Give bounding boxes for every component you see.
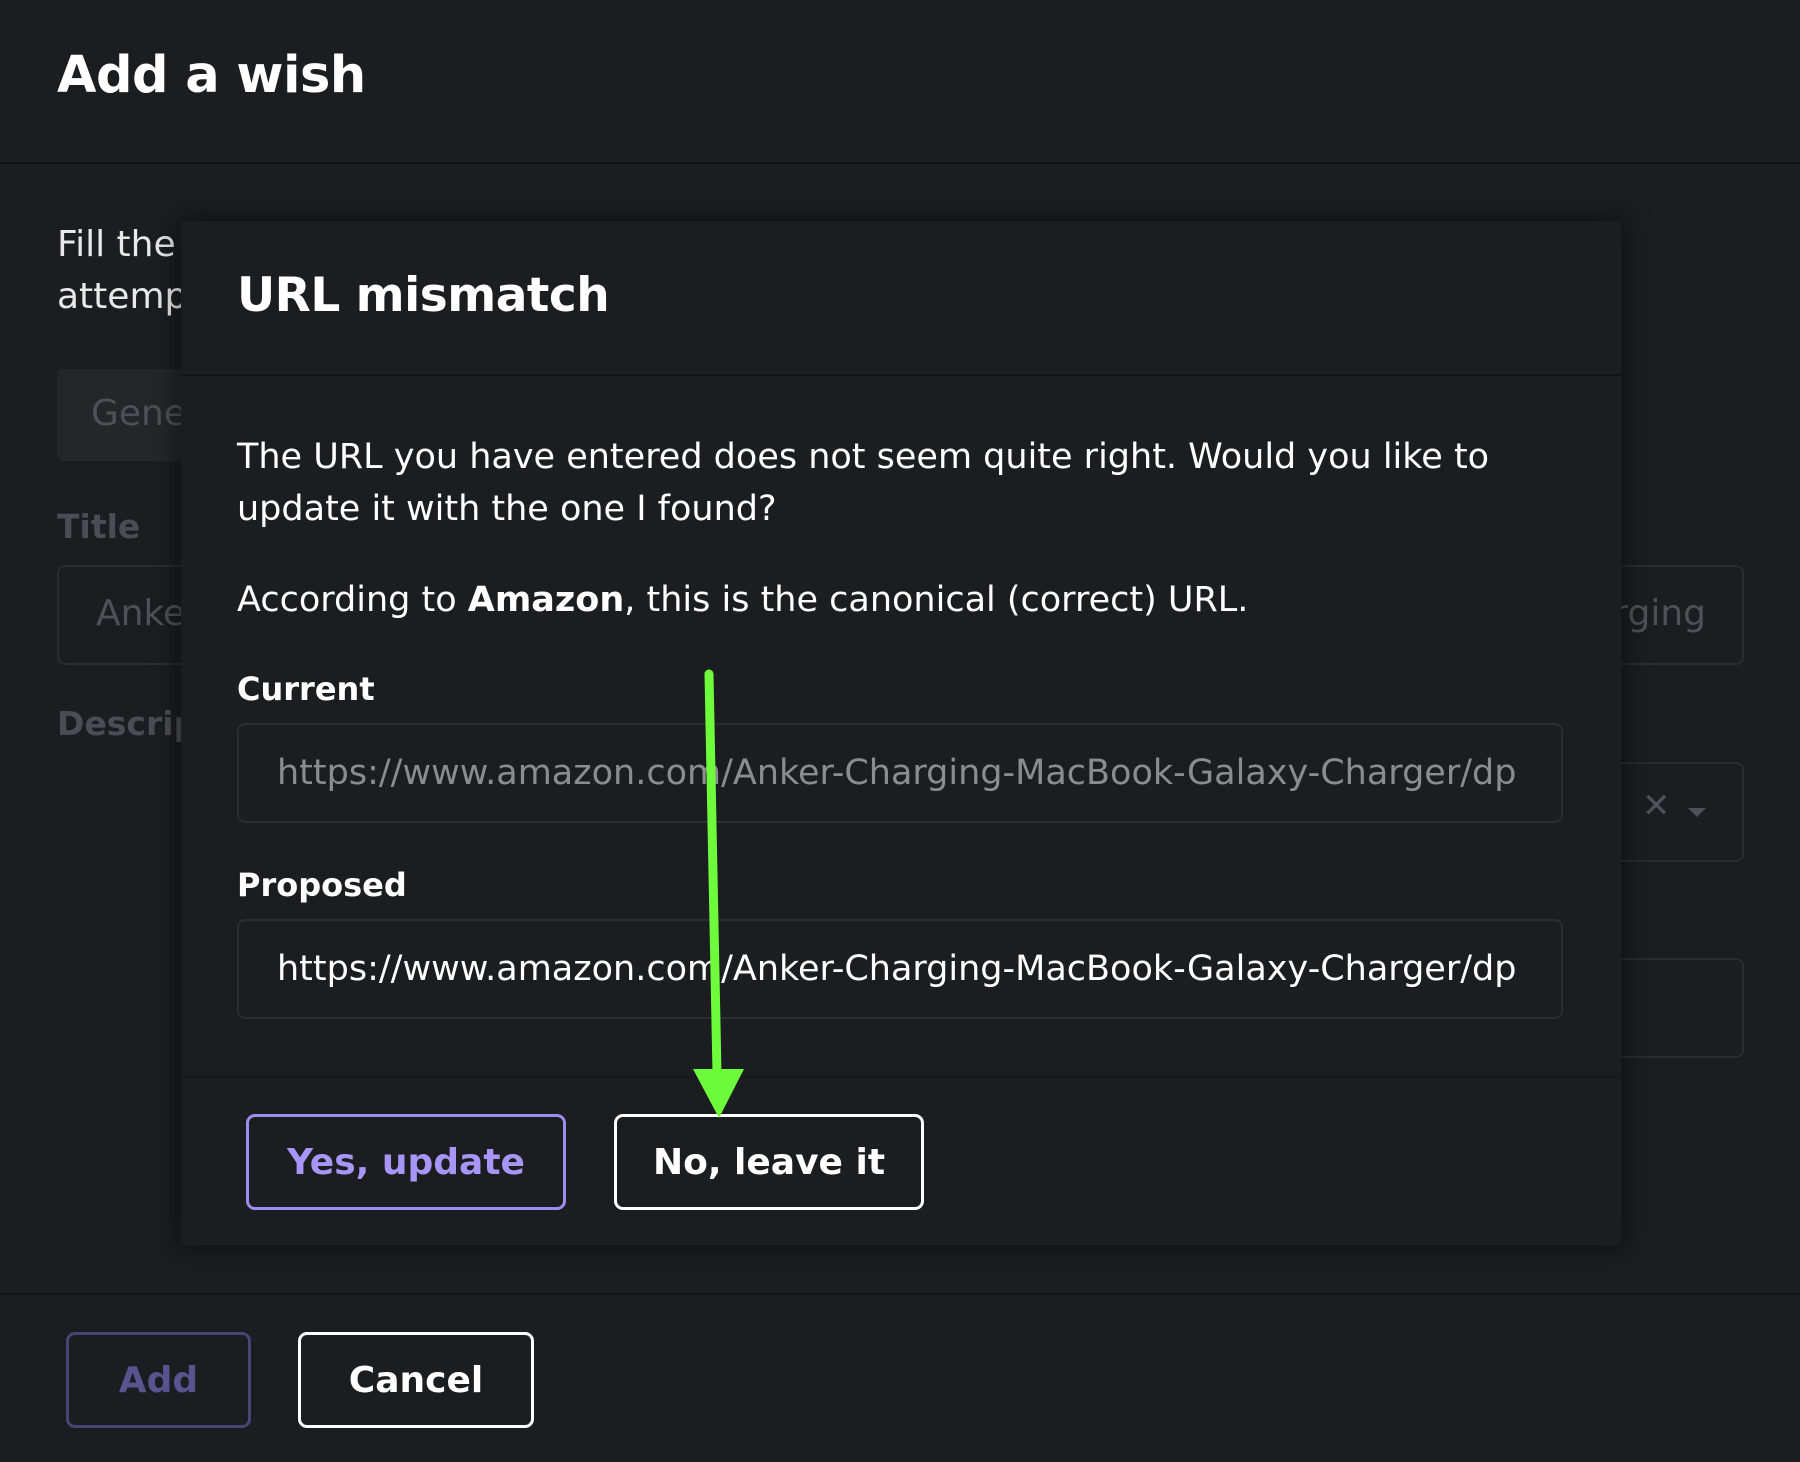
page-header: Add a wish (0, 0, 1800, 164)
proposed-url-label: Proposed (237, 866, 407, 904)
add-wish-page: Add a wish Fill the attemp Gene Title An… (0, 0, 1800, 1462)
intro-text-line1: Fill the (57, 224, 176, 265)
proposed-url-field[interactable] (237, 919, 1563, 1019)
current-url-field[interactable] (237, 723, 1563, 823)
title-input-value-end: rging (1613, 593, 1706, 634)
canonical-note-prefix: According to (237, 580, 468, 620)
add-button[interactable]: Add (66, 1332, 251, 1428)
yes-update-button[interactable]: Yes, update (246, 1114, 566, 1210)
tab-general-label: Gene (91, 393, 187, 434)
dialog-title: URL mismatch (237, 268, 610, 323)
canonical-url-note: According to Amazon, this is the canonic… (237, 580, 1248, 620)
url-mismatch-dialog: URL mismatch The URL you have entered do… (181, 221, 1621, 1245)
page-footer: Add Cancel (0, 1293, 1800, 1462)
title-field-label: Title (57, 507, 141, 546)
cancel-button[interactable]: Cancel (298, 1332, 534, 1428)
intro-text-line2: attemp (57, 276, 188, 317)
page-title: Add a wish (57, 46, 366, 105)
chevron-down-icon[interactable] (1688, 808, 1706, 817)
description-field-label: Descrip (57, 704, 198, 743)
canonical-note-suffix: , this is the canonical (correct) URL. (624, 580, 1249, 620)
store-name: Amazon (467, 580, 625, 620)
dialog-body: The URL you have entered does not seem q… (181, 376, 1621, 1076)
no-leave-it-button[interactable]: No, leave it (614, 1114, 924, 1210)
clear-icon[interactable]: ✕ (1642, 786, 1671, 826)
background-input-field[interactable] (1600, 958, 1744, 1058)
current-url-label: Current (237, 670, 375, 708)
select-field[interactable]: ✕ (1600, 762, 1744, 862)
dialog-header: URL mismatch (181, 221, 1621, 376)
dialog-message-line1: The URL you have entered does not seem q… (237, 437, 1490, 477)
dialog-message-line2: update it with the one I found? (237, 489, 777, 529)
dialog-footer: Yes, update No, leave it (181, 1076, 1621, 1245)
title-input-value-start: Anke (96, 593, 186, 634)
